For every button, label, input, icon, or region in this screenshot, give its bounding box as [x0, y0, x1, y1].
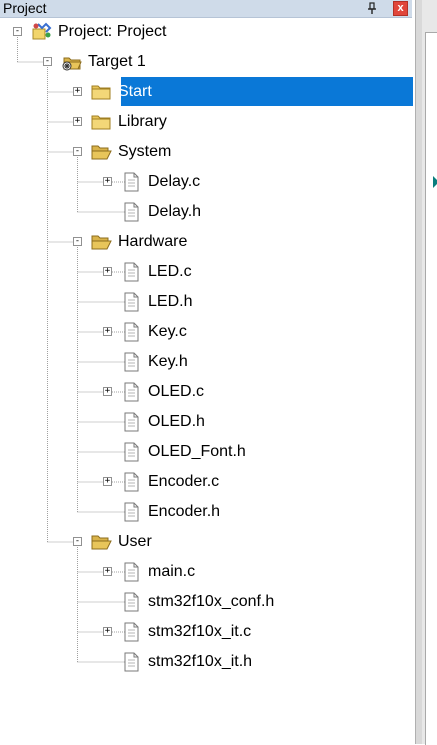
tree-node-label: Hardware: [118, 233, 188, 250]
tree-node-file[interactable]: stm32f10x_it.h: [0, 647, 413, 677]
file-icon: [120, 622, 142, 642]
tree-node-label: Start: [118, 83, 152, 100]
tree-node-label: Delay.h: [148, 203, 202, 220]
collapse-icon[interactable]: -: [13, 27, 22, 36]
expand-icon[interactable]: +: [103, 627, 112, 636]
expand-icon[interactable]: +: [103, 267, 112, 276]
collapse-icon[interactable]: -: [73, 537, 82, 546]
folder-closed-icon: [90, 82, 112, 102]
tree-node-label: Key.h: [148, 353, 188, 370]
tree-node-group-user[interactable]: - User: [0, 527, 413, 557]
expand-icon[interactable]: +: [103, 177, 112, 186]
file-icon: [120, 412, 142, 432]
tree-node-file[interactable]: + stm32f10x_it.c: [0, 617, 413, 647]
close-button[interactable]: x: [393, 1, 408, 16]
tree-node-file[interactable]: OLED.h: [0, 407, 413, 437]
tree-node-label: Target 1: [88, 53, 146, 70]
tree-node-label: stm32f10x_conf.h: [148, 593, 275, 610]
tree-node-label: main.c: [148, 563, 196, 580]
file-icon: [120, 382, 142, 402]
expand-icon[interactable]: +: [73, 117, 82, 126]
expand-icon[interactable]: +: [103, 327, 112, 336]
tree-node-file[interactable]: Encoder.h: [0, 497, 413, 527]
folder-open-icon: [90, 232, 112, 252]
project-icon: [30, 22, 52, 42]
tree-node-label: LED.c: [148, 263, 192, 280]
tree-node-group-start[interactable]: + Start: [0, 77, 413, 107]
file-icon: [120, 472, 142, 492]
tree-node-label: Key.c: [148, 323, 187, 340]
tree-node-file[interactable]: + Encoder.c: [0, 467, 413, 497]
tree-node-label: Encoder.c: [148, 473, 220, 490]
current-line-marker-icon: [433, 176, 437, 188]
tree-node-file[interactable]: + main.c: [0, 557, 413, 587]
file-icon: [120, 652, 142, 672]
expand-icon[interactable]: +: [103, 567, 112, 576]
editor-pane-edge: [422, 0, 437, 745]
tree-node-project-root[interactable]: - Project: Project: [0, 17, 413, 47]
tree-node-file[interactable]: + LED.c: [0, 257, 413, 287]
file-icon: [120, 592, 142, 612]
tree-node-file[interactable]: + Delay.c: [0, 167, 413, 197]
collapse-icon[interactable]: -: [73, 237, 82, 246]
tree-node-label: Delay.c: [148, 173, 201, 190]
project-panel-titlebar: Project x: [0, 0, 412, 18]
tree-node-label: stm32f10x_it.c: [148, 623, 252, 640]
tree-node-label: System: [118, 143, 172, 160]
tree-node-group-library[interactable]: + Library: [0, 107, 413, 137]
expand-icon[interactable]: +: [73, 87, 82, 96]
tree-node-file[interactable]: LED.h: [0, 287, 413, 317]
expand-icon[interactable]: +: [103, 387, 112, 396]
tree-node-file[interactable]: Key.h: [0, 347, 413, 377]
file-icon: [120, 172, 142, 192]
folder-open-icon: [90, 532, 112, 552]
folder-closed-icon: [90, 112, 112, 132]
pin-icon[interactable]: [366, 2, 378, 15]
tree-node-file[interactable]: + OLED.c: [0, 377, 413, 407]
tree-node-file[interactable]: stm32f10x_conf.h: [0, 587, 413, 617]
file-icon: [120, 442, 142, 462]
file-icon: [120, 202, 142, 222]
tree-node-file[interactable]: OLED_Font.h: [0, 437, 413, 467]
tree-node-label: OLED.c: [148, 383, 205, 400]
file-icon: [120, 262, 142, 282]
editor-area[interactable]: [425, 32, 437, 745]
collapse-icon[interactable]: -: [43, 57, 52, 66]
file-icon: [120, 292, 142, 312]
tree-node-label: Library: [118, 113, 167, 130]
tree-node-label: User: [118, 533, 152, 550]
tree-node-label: stm32f10x_it.h: [148, 653, 253, 670]
collapse-icon[interactable]: -: [73, 147, 82, 156]
project-tree[interactable]: - Project: Project - Target 1 + Start + Library…: [0, 17, 415, 744]
tree-node-group-system[interactable]: - System: [0, 137, 413, 167]
panel-title: Project: [3, 0, 47, 16]
tree-node-file[interactable]: Delay.h: [0, 197, 413, 227]
tree-node-label: OLED_Font.h: [148, 443, 246, 460]
tree-node-label: Project: Project: [58, 23, 167, 40]
folder-open-icon: [90, 142, 112, 162]
tree-node-file[interactable]: + Key.c: [0, 317, 413, 347]
file-icon: [120, 322, 142, 342]
tree-node-group-hardware[interactable]: - Hardware: [0, 227, 413, 257]
close-icon: x: [397, 2, 404, 14]
target-icon: [60, 52, 82, 72]
file-icon: [120, 502, 142, 522]
tree-node-label: LED.h: [148, 293, 193, 310]
tree-node-label: OLED.h: [148, 413, 205, 430]
tree-node-label: Encoder.h: [148, 503, 221, 520]
file-icon: [120, 562, 142, 582]
tree-node-target[interactable]: - Target 1: [0, 47, 413, 77]
file-icon: [120, 352, 142, 372]
expand-icon[interactable]: +: [103, 477, 112, 486]
